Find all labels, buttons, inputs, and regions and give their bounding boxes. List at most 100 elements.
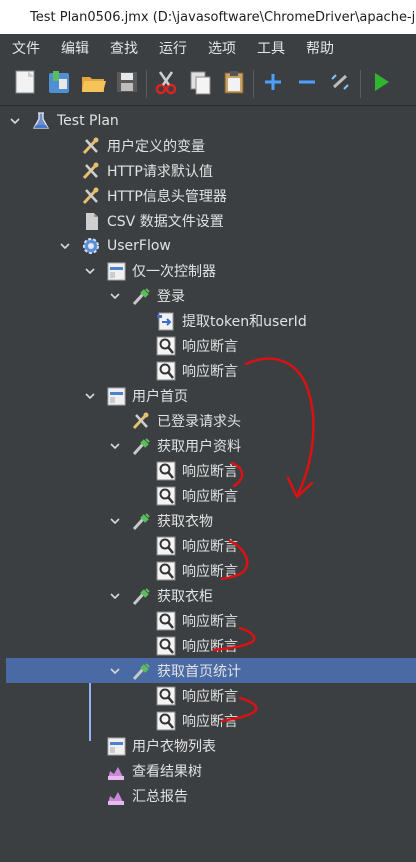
config-icon — [80, 160, 102, 182]
tree-node-label: 响应断言 — [182, 613, 238, 630]
tree-node-assertion[interactable]: 响应断言 — [6, 683, 416, 708]
menu-item[interactable]: 编辑 — [49, 38, 98, 58]
toolbar — [0, 63, 416, 106]
collapse-icon — [292, 67, 322, 101]
bottom-area — [0, 806, 416, 862]
tree-node-sampler[interactable]: 登录 — [6, 283, 416, 308]
tree-node-label: 汇总报告 — [132, 788, 188, 805]
tree-node-config[interactable]: HTTP请求默认值 — [6, 158, 416, 183]
tree-node-controller[interactable]: 用户衣物列表 — [6, 733, 416, 758]
tree-node-sampler[interactable]: 获取衣柜 — [6, 583, 416, 608]
start-button[interactable] — [363, 67, 397, 101]
menu-item[interactable]: 帮助 — [294, 38, 343, 58]
cut-button[interactable] — [149, 67, 183, 101]
chevron-down-icon[interactable] — [108, 439, 122, 453]
expand-button[interactable] — [256, 67, 290, 101]
chevron-down-icon[interactable] — [108, 289, 122, 303]
sampler-icon — [130, 585, 152, 607]
tree-node-label: 查看结果树 — [132, 763, 202, 780]
cut-icon — [151, 67, 181, 101]
tree-node-label: 响应断言 — [182, 363, 238, 380]
tree-node-controller[interactable]: 用户首页 — [6, 383, 416, 408]
tree-node-label: 响应断言 — [182, 338, 238, 355]
tree-node-label: 响应断言 — [182, 563, 238, 580]
chevron-down-icon[interactable] — [58, 239, 72, 253]
tree-node-listener[interactable]: 查看结果树 — [6, 758, 416, 783]
tree-node-assertion[interactable]: 响应断言 — [6, 608, 416, 633]
copy-button[interactable] — [183, 67, 217, 101]
tree-node-label: 用户定义的变量 — [107, 138, 205, 155]
chevron-down-icon[interactable] — [108, 589, 122, 603]
sampler-icon — [130, 285, 152, 307]
tree-node-label: 获取用户资料 — [157, 438, 241, 455]
extractor-icon — [155, 310, 177, 332]
assertion-icon — [155, 460, 177, 482]
listener-icon — [105, 760, 127, 782]
menu-item[interactable]: 文件 — [0, 38, 49, 58]
tree-node-label: 获取衣柜 — [157, 588, 213, 605]
tree-node-label: Test Plan — [57, 112, 119, 129]
tree-node-assertion[interactable]: 响应断言 — [6, 358, 416, 383]
tree-node-extractor[interactable]: 提取token和userId — [6, 308, 416, 333]
tree-node-config[interactable]: HTTP信息头管理器 — [6, 183, 416, 208]
chevron-down-icon[interactable] — [8, 114, 22, 128]
tree-node-assertion[interactable]: 响应断言 — [6, 458, 416, 483]
tree-node-flask[interactable]: Test Plan — [6, 108, 416, 133]
copy-icon — [185, 67, 215, 101]
toolbar-separator — [253, 70, 254, 98]
test-plan-tree[interactable]: Test Plan 用户定义的变量 HTTP请求默认值 HTTP信息头管理器 CSV 数… — [6, 106, 416, 806]
tree-node-listener[interactable]: 汇总报告 — [6, 783, 416, 808]
tree-node-sampler[interactable]: 获取首页统计 — [6, 658, 416, 683]
sampler-icon — [130, 435, 152, 457]
chevron-down-icon[interactable] — [83, 389, 97, 403]
tree-node-sampler[interactable]: 获取用户资料 — [6, 433, 416, 458]
assertion-icon — [155, 685, 177, 707]
assertion-icon — [155, 635, 177, 657]
new-file-button[interactable] — [8, 67, 42, 101]
title-bar: Test Plan0506.jmx (D:\javasoftware\Chrom… — [0, 0, 416, 34]
assertion-icon — [155, 710, 177, 732]
tree-node-controller[interactable]: 仅一次控制器 — [6, 258, 416, 283]
paste-button[interactable] — [217, 67, 251, 101]
assertion-icon — [155, 335, 177, 357]
tree-node-assertion[interactable]: 响应断言 — [6, 558, 416, 583]
expand-icon — [258, 67, 288, 101]
tree-node-label: 用户衣物列表 — [132, 738, 216, 755]
tree-node-gear[interactable]: UserFlow — [6, 233, 416, 258]
tree-node-assertion[interactable]: 响应断言 — [6, 483, 416, 508]
sampler-icon — [130, 510, 152, 532]
toolbar-separator — [146, 70, 147, 98]
config-icon — [80, 185, 102, 207]
tree-node-label: CSV 数据文件设置 — [107, 213, 224, 230]
tree-node-label: HTTP请求默认值 — [107, 163, 213, 180]
tree-node-label: 已登录请求头 — [157, 413, 241, 430]
open-folder-button[interactable] — [76, 67, 110, 101]
assertion-icon — [155, 560, 177, 582]
tree-node-assertion[interactable]: 响应断言 — [6, 708, 416, 733]
chevron-down-icon[interactable] — [83, 264, 97, 278]
tree-node-config[interactable]: 已登录请求头 — [6, 408, 416, 433]
listener-icon — [105, 785, 127, 807]
save-button[interactable] — [110, 67, 144, 101]
toggle-button[interactable] — [324, 67, 358, 101]
menu-item[interactable]: 选项 — [196, 38, 245, 58]
start-icon — [365, 67, 395, 101]
collapse-button[interactable] — [290, 67, 324, 101]
tree-node-sampler[interactable]: 获取衣物 — [6, 508, 416, 533]
tree-node-config[interactable]: 用户定义的变量 — [6, 133, 416, 158]
menu-item[interactable]: 运行 — [147, 38, 196, 58]
menu-item[interactable]: 查找 — [98, 38, 147, 58]
paste-icon — [219, 67, 249, 101]
chevron-down-icon[interactable] — [108, 514, 122, 528]
tree-node-assertion[interactable]: 响应断言 — [6, 333, 416, 358]
tree-node-assertion[interactable]: 响应断言 — [6, 633, 416, 658]
tree-node-label: 用户首页 — [132, 388, 188, 405]
menu-item[interactable]: 工具 — [245, 38, 294, 58]
config-icon — [130, 410, 152, 432]
assertion-icon — [155, 485, 177, 507]
tree-node-doc[interactable]: CSV 数据文件设置 — [6, 208, 416, 233]
templates-button[interactable] — [42, 67, 76, 101]
tree-node-assertion[interactable]: 响应断言 — [6, 533, 416, 558]
tree-node-label: 响应断言 — [182, 688, 238, 705]
chevron-down-icon[interactable] — [108, 664, 122, 678]
